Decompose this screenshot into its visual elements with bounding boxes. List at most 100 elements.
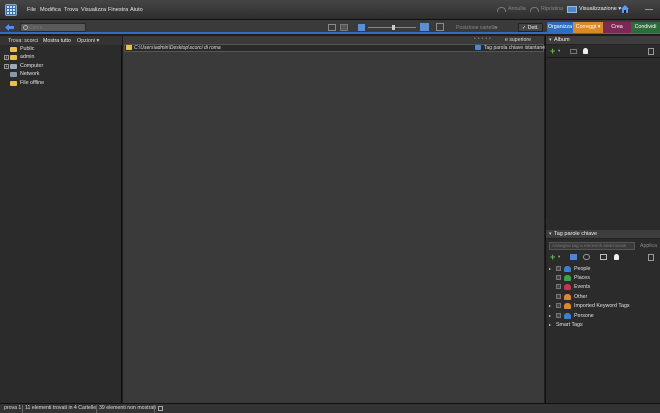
thumbnail-medium-icon[interactable] xyxy=(340,24,348,31)
collapse-album-icon[interactable]: ▾ xyxy=(549,37,552,43)
back-arrow-icon[interactable] xyxy=(5,24,14,31)
details-toggle[interactable]: ✓ Dett. xyxy=(518,23,543,32)
tree-item-network[interactable]: Network xyxy=(10,70,39,78)
expand-icon[interactable]: + xyxy=(4,54,9,60)
menu-file[interactable]: File xyxy=(27,7,36,13)
tree-item-label: File offline xyxy=(20,80,45,86)
keyword-places[interactable]: Places xyxy=(549,273,590,282)
expand-arrow-icon[interactable]: ▸ xyxy=(549,266,553,271)
add-album-chevron-icon[interactable]: ▾ xyxy=(558,48,560,54)
media-browser[interactable] xyxy=(123,36,544,403)
album-header[interactable]: Album xyxy=(546,36,660,45)
checkbox[interactable] xyxy=(556,294,561,299)
keyword-other[interactable]: Other xyxy=(549,292,587,301)
collapse-keywords-icon[interactable]: ▾ xyxy=(549,231,552,237)
undo-icon[interactable] xyxy=(497,7,506,12)
rating-stars-filter[interactable]: ••••• xyxy=(474,36,493,42)
folder-icon xyxy=(126,45,132,50)
keyword-events[interactable]: Events xyxy=(549,282,590,291)
minimize-icon[interactable] xyxy=(645,7,653,10)
keywords-menu-icon[interactable] xyxy=(648,254,654,261)
tree-item-computer[interactable]: + Computer xyxy=(4,62,43,70)
checkbox[interactable] xyxy=(556,275,561,280)
expand-arrow-icon[interactable]: ▸ xyxy=(549,322,553,327)
keyword-persone[interactable]: ▸ Persone xyxy=(549,311,594,320)
folder-icon xyxy=(10,80,17,86)
menu-visualizza[interactable]: Visualizza xyxy=(81,7,106,13)
single-photo-icon[interactable] xyxy=(436,23,444,31)
keyword-imported[interactable]: ▸ Imported Keyword Tags xyxy=(549,301,630,310)
persone-tag-icon xyxy=(564,312,571,319)
zoom-in-icon[interactable] xyxy=(420,23,429,31)
add-keyword-icon[interactable]: + xyxy=(550,253,555,262)
divider xyxy=(96,405,97,413)
menu-finestra[interactable]: Finestra xyxy=(108,7,128,13)
events-tag-icon xyxy=(564,283,571,290)
apply-button[interactable]: Applica xyxy=(640,243,657,249)
home-icon[interactable] xyxy=(620,4,630,14)
edit-album-icon[interactable] xyxy=(570,49,577,54)
keyword-label: Other xyxy=(574,293,588,300)
network-icon xyxy=(10,71,17,77)
view-menu-label: Visualizzazione xyxy=(579,6,617,12)
album-menu-icon[interactable] xyxy=(648,48,654,55)
tree-item-admin[interactable]: + admin xyxy=(4,53,35,61)
tab-correggi[interactable]: Correggi ▾ xyxy=(573,22,603,33)
other-tag-icon xyxy=(564,293,571,300)
checkbox[interactable] xyxy=(556,313,561,318)
instant-keyword-tag-button[interactable]: Tag parola chiave istantaneo xyxy=(484,45,548,51)
keyword-label: Places xyxy=(574,274,590,281)
tag-icon[interactable] xyxy=(475,45,481,50)
zoom-out-icon[interactable] xyxy=(358,24,365,31)
lightbulb-icon[interactable] xyxy=(614,254,619,260)
find-label: Trova: scorci xyxy=(8,38,39,44)
thumbnail-small-icon[interactable] xyxy=(328,24,336,31)
tab-crea[interactable]: Crea xyxy=(603,22,631,33)
lightbulb-icon[interactable] xyxy=(583,48,588,54)
tree-item-public[interactable]: Public xyxy=(10,45,34,53)
menu-aiuto[interactable]: Aiuto xyxy=(130,7,143,13)
edit-keyword-icon[interactable] xyxy=(570,254,577,260)
places-tag-icon xyxy=(564,274,571,281)
panel-resize-handle[interactable]: ⋮ xyxy=(544,218,548,223)
tab-condividi[interactable]: Condividi xyxy=(631,22,660,33)
menu-modifica[interactable]: Modifica xyxy=(40,7,61,13)
tab-organizza[interactable]: Organizza xyxy=(547,22,573,33)
checkbox[interactable] xyxy=(556,284,561,289)
search-input[interactable] xyxy=(20,23,86,32)
undo-button[interactable]: Annulla xyxy=(508,6,526,12)
tree-item-file-offline[interactable]: File offline xyxy=(10,79,44,87)
tab-correggi-label: Correggi xyxy=(575,24,597,30)
rating-filter-label: e superiore xyxy=(505,37,531,43)
redo-button[interactable]: Ripristina xyxy=(541,6,563,12)
folder-position-dropdown[interactable]: Posizione cartella xyxy=(456,25,497,31)
redo-icon[interactable] xyxy=(530,7,539,12)
view-menu-button[interactable]: Visualizzazione ▾ xyxy=(579,6,621,12)
expand-arrow-icon[interactable]: ▸ xyxy=(549,303,553,308)
checkbox[interactable] xyxy=(556,266,561,271)
smart-tags[interactable]: ▸ Smart Tags xyxy=(549,320,583,329)
face-tag-icon[interactable] xyxy=(583,254,590,260)
thumbnail-size-slider-handle[interactable] xyxy=(392,25,395,30)
import-tags-icon[interactable] xyxy=(600,254,607,260)
options-button[interactable]: Opzioni ▾ xyxy=(77,38,99,44)
tree-item-label: admin xyxy=(20,54,35,60)
keyword-people[interactable]: ▸ People xyxy=(549,264,591,273)
app-logo-icon[interactable] xyxy=(5,4,17,16)
menu-trova[interactable]: Trova xyxy=(64,7,78,13)
assign-tags-input[interactable] xyxy=(549,242,635,250)
keyword-tags-header[interactable]: Tag parole chiave xyxy=(546,230,660,239)
add-album-icon[interactable]: + xyxy=(550,47,555,56)
status-icon[interactable] xyxy=(158,406,163,411)
divider xyxy=(154,405,155,413)
folder-position-chevron-icon[interactable]: ▾ xyxy=(495,25,498,31)
folder-icon xyxy=(10,54,17,60)
show-all-button[interactable]: Mostra tutto xyxy=(43,38,71,44)
expand-arrow-icon[interactable]: ▸ xyxy=(549,313,553,318)
expand-icon[interactable]: + xyxy=(4,63,9,69)
monitor-icon[interactable] xyxy=(567,6,577,13)
imported-tag-icon xyxy=(564,302,571,309)
tree-item-label: Public xyxy=(20,46,35,52)
checkbox[interactable] xyxy=(556,303,561,308)
add-keyword-chevron-icon[interactable]: ▾ xyxy=(558,254,560,260)
